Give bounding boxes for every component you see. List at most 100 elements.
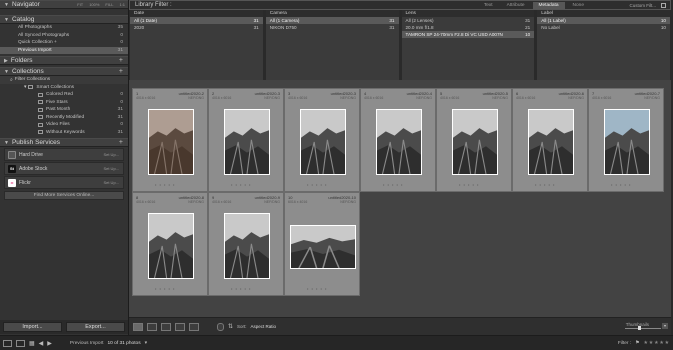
sort-dropdown[interactable]: Aspect Ratio: [251, 324, 277, 329]
photo-rating[interactable]: • • • • •: [459, 182, 479, 187]
photo-rating[interactable]: • • • • •: [307, 286, 327, 291]
add-icon[interactable]: +: [119, 139, 123, 146]
photo-cell[interactable]: 3 untitled2020-3 4016 x 6016 NEF/DNG • • • •…: [284, 88, 360, 192]
photo-rating[interactable]: • • • • •: [307, 182, 327, 187]
filter-tab-attribute[interactable]: Attribute: [501, 2, 531, 9]
photo-thumbnail[interactable]: [376, 109, 422, 175]
collection-item[interactable]: Past Month 31: [0, 106, 128, 114]
filter-label: Filter :: [617, 340, 632, 346]
collapse-icon: ▼: [4, 16, 9, 23]
grid-view-icon[interactable]: [133, 322, 143, 331]
forward-icon[interactable]: ▶: [47, 340, 52, 347]
export-button[interactable]: Export...: [66, 322, 125, 332]
filter-row[interactable]: All (1 Date) 31: [130, 17, 263, 24]
catalog-item[interactable]: All Photographs 35: [0, 24, 128, 32]
painter-icon[interactable]: [217, 322, 224, 331]
publish-service-adobe-stock[interactable]: St Adobe Stock Set Up...: [4, 162, 124, 175]
photo-thumbnail[interactable]: [528, 109, 574, 175]
survey-view-icon[interactable]: [175, 322, 185, 331]
import-button[interactable]: Import...: [3, 322, 62, 332]
filter-row[interactable]: All (1 Label) 10: [537, 17, 670, 24]
photo-cell[interactable]: 4 untitled2020-4 4016 x 6016 NEF/DNG • • • •…: [360, 88, 436, 192]
photo-rating[interactable]: • • • • •: [611, 182, 631, 187]
catalog-header[interactable]: ▼ Catalog: [0, 15, 128, 24]
add-icon[interactable]: +: [119, 68, 123, 75]
zoom-fit[interactable]: FIT: [77, 2, 83, 7]
rating-stars-icon[interactable]: ★★★★★: [643, 341, 670, 346]
photo-rating[interactable]: • • • • •: [383, 182, 403, 187]
toolbar-menu-icon[interactable]: ▾: [662, 323, 668, 329]
filmstrip-source[interactable]: Previous Import: [70, 341, 104, 346]
photo-rating[interactable]: • • • • •: [155, 182, 175, 187]
filter-row[interactable]: 2020 31: [130, 24, 263, 31]
collection-item[interactable]: Five Stars 0: [0, 99, 128, 107]
people-view-icon[interactable]: [189, 322, 199, 331]
photo-rating[interactable]: • • • • •: [155, 286, 175, 291]
lock-icon[interactable]: [661, 2, 666, 8]
filter-row[interactable]: All (2 Lenses) 31: [402, 17, 535, 24]
filter-preset-dropdown[interactable]: Custom Filt...: [629, 3, 656, 8]
filmstrip-count: 10 of 31 photos: [107, 340, 141, 346]
filter-tab-none[interactable]: None: [567, 2, 590, 9]
photo-dimensions: 4016 x 6016: [516, 96, 536, 100]
catalog-item-previous-import[interactable]: Previous Import 31: [0, 46, 128, 54]
thumbnail-size-slider[interactable]: [625, 326, 661, 330]
photo-thumbnail[interactable]: [604, 109, 650, 175]
slider-handle[interactable]: [638, 326, 641, 330]
filter-collections[interactable]: ⌕ Filter Collections: [0, 76, 128, 84]
photo-cell[interactable]: 6 untitled2020-6 4016 x 6016 NEF/DNG • • • •…: [512, 88, 588, 192]
photo-cell[interactable]: 7 untitled2020-7 4016 x 6016 NEF/DNG • • • •…: [588, 88, 664, 192]
sort-direction-icon[interactable]: ⇅: [228, 323, 233, 330]
photo-cell[interactable]: 9 untitled2020-9 4016 x 6016 NEF/DNG • • • •…: [208, 192, 284, 296]
publish-service-flickr[interactable]: •• Flickr Set Up...: [4, 176, 124, 189]
filter-tab-metadata[interactable]: Metadata: [532, 2, 565, 9]
photo-thumbnail[interactable]: [290, 225, 356, 269]
photo-rating[interactable]: • • • • •: [231, 182, 251, 187]
catalog-item[interactable]: All Synced Photographs 0: [0, 32, 128, 40]
photo-thumbnail[interactable]: [224, 213, 270, 279]
collection-item[interactable]: Colored Red 0: [0, 91, 128, 99]
publish-service-hard-drive[interactable]: Hard Drive Set Up...: [4, 148, 124, 161]
collection-item[interactable]: Recently Modified 31: [0, 114, 128, 122]
second-window-icon[interactable]: [16, 339, 25, 347]
folders-header[interactable]: ▶ Folders +: [0, 56, 128, 65]
navigator-header[interactable]: ▼ Navigator FIT 100% FILL 1:1: [0, 0, 128, 9]
loupe-view-icon[interactable]: [147, 322, 157, 331]
flag-icon[interactable]: ⚑: [635, 341, 639, 346]
filter-row[interactable]: No Label 10: [537, 24, 670, 31]
main-window-icon[interactable]: [3, 339, 12, 347]
back-icon[interactable]: ◀: [39, 340, 44, 347]
photo-rating[interactable]: • • • • •: [231, 286, 251, 291]
photo-thumbnail[interactable]: [148, 213, 194, 279]
collection-item[interactable]: Without Keywords 31: [0, 129, 128, 137]
zoom-100[interactable]: 100%: [89, 2, 99, 7]
photo-cell[interactable]: 2 untitled2020-3 4016 x 6016 NEF/DNG • • • •…: [208, 88, 284, 192]
filter-row[interactable]: 20.0 mm f/1.8 21: [402, 24, 535, 31]
collection-item[interactable]: Video Files 0: [0, 121, 128, 129]
zoom-1-1[interactable]: 1:1: [119, 2, 125, 7]
filter-row[interactable]: All (1 Camera) 31: [265, 17, 399, 24]
photo-thumbnail[interactable]: [452, 109, 498, 175]
catalog-item[interactable]: Quick Collection +0: [0, 39, 128, 47]
photo-dimensions: 4016 x 6016: [288, 96, 308, 100]
photo-thumbnail[interactable]: [300, 109, 346, 175]
find-more-services-button[interactable]: Find More Services Online...: [4, 191, 124, 200]
photo-cell[interactable]: 10 untitled2020-10 6016 x 4016 NEF/DNG • • •…: [284, 192, 360, 296]
smart-collections-folder[interactable]: ▾ Smart Collections: [0, 84, 128, 92]
publish-services-header[interactable]: ▼ Publish Services +: [0, 138, 128, 147]
collections-header[interactable]: ▼ Collections +: [0, 67, 128, 76]
chevron-down-icon[interactable]: ▾: [145, 341, 147, 346]
photo-thumbnail[interactable]: [224, 109, 270, 175]
filter-tab-text[interactable]: Text: [478, 2, 499, 9]
photo-rating[interactable]: • • • • •: [535, 182, 555, 187]
zoom-fill[interactable]: FILL: [105, 2, 113, 7]
filter-row[interactable]: TAMRON SP 24-70mm F2.8 Di VC USD A007N 10: [401, 31, 535, 38]
compare-view-icon[interactable]: [161, 322, 171, 331]
photo-cell[interactable]: 1 untitled2020-2 4016 x 6016 NEF/DNG • • • •…: [132, 88, 208, 192]
photo-thumbnail[interactable]: [148, 109, 194, 175]
photo-cell[interactable]: 8 untitled2020-8 4016 x 6016 NEF/DNG • • • •…: [132, 192, 208, 296]
photo-cell[interactable]: 5 untitled2020-5 4016 x 6016 NEF/DNG • • • •…: [436, 88, 512, 192]
grid-icon[interactable]: ▦: [29, 340, 35, 347]
filter-row[interactable]: NIKON D750 31: [266, 24, 399, 31]
add-icon[interactable]: +: [119, 57, 123, 64]
